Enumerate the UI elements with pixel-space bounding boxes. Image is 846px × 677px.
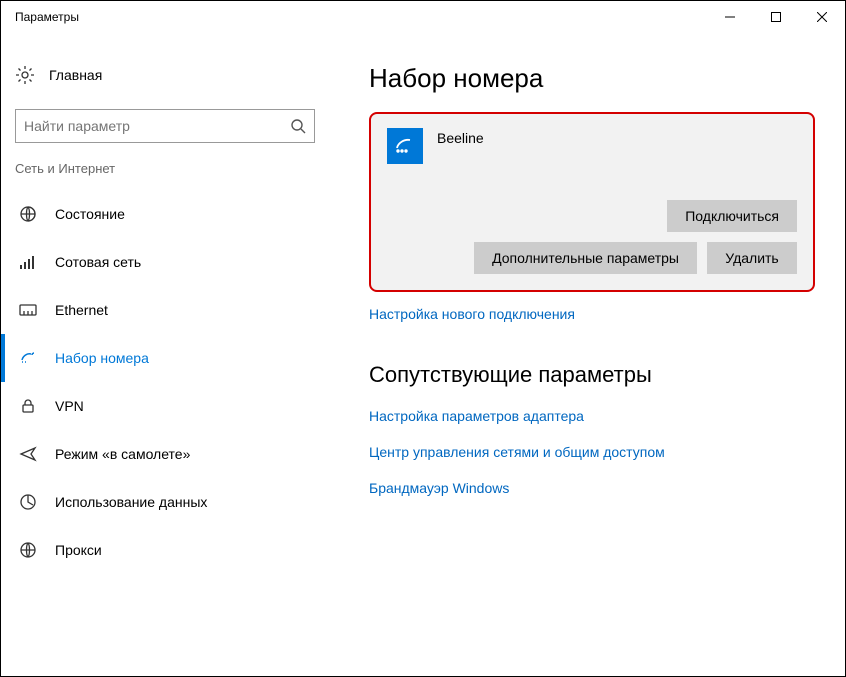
dialup-icon [19, 349, 37, 367]
nav-label: Набор номера [55, 350, 149, 366]
data-usage-icon [19, 493, 37, 511]
connection-panel: Beeline Подключиться Дополнительные пара… [369, 112, 815, 292]
nav-label: Прокси [55, 542, 102, 558]
nav-label: Состояние [55, 206, 125, 222]
proxy-icon [19, 541, 37, 559]
main-panel: Набор номера Beeline Подключиться Дополн… [339, 33, 845, 676]
connection-dialup-icon [387, 128, 423, 164]
maximize-button[interactable] [753, 1, 799, 33]
gear-icon [15, 65, 35, 85]
sidebar: Главная Сеть и Интернет Состояние Сотова… [1, 33, 339, 676]
close-button[interactable] [799, 1, 845, 33]
related-title: Сопутствующие параметры [369, 362, 815, 388]
nav-vpn[interactable]: VPN [1, 382, 329, 430]
search-input[interactable] [24, 118, 290, 134]
advanced-button[interactable]: Дополнительные параметры [474, 242, 697, 274]
related-adapter-link[interactable]: Настройка параметров адаптера [369, 408, 815, 424]
vpn-icon [19, 397, 37, 415]
search-box[interactable] [15, 109, 315, 143]
nav-label: VPN [55, 398, 84, 414]
delete-button[interactable]: Удалить [707, 242, 797, 274]
nav-label: Режим «в самолете» [55, 446, 190, 462]
connection-header[interactable]: Beeline [387, 128, 797, 164]
nav-data-usage[interactable]: Использование данных [1, 478, 329, 526]
airplane-icon [19, 445, 37, 463]
nav-ethernet[interactable]: Ethernet [1, 286, 329, 334]
connection-name: Beeline [437, 128, 484, 146]
nav-label: Использование данных [55, 494, 207, 510]
search-icon [290, 118, 306, 134]
new-connection-link[interactable]: Настройка нового подключения [369, 306, 815, 322]
titlebar: Параметры [1, 1, 845, 33]
nav-cellular[interactable]: Сотовая сеть [1, 238, 329, 286]
nav-proxy[interactable]: Прокси [1, 526, 329, 574]
cellular-icon [19, 253, 37, 271]
window-controls [707, 1, 845, 33]
related-sharing-link[interactable]: Центр управления сетями и общим доступом [369, 444, 815, 460]
connect-button[interactable]: Подключиться [667, 200, 797, 232]
home-button[interactable]: Главная [1, 57, 329, 93]
category-label: Сеть и Интернет [1, 161, 329, 190]
window-title: Параметры [15, 10, 707, 24]
minimize-button[interactable] [707, 1, 753, 33]
status-icon [19, 205, 37, 223]
related-firewall-link[interactable]: Брандмауэр Windows [369, 480, 815, 496]
ethernet-icon [19, 301, 37, 319]
home-label: Главная [49, 67, 102, 83]
nav-label: Ethernet [55, 302, 108, 318]
nav-airplane[interactable]: Режим «в самолете» [1, 430, 329, 478]
nav-status[interactable]: Состояние [1, 190, 329, 238]
page-title: Набор номера [369, 63, 815, 94]
nav-dialup[interactable]: Набор номера [1, 334, 329, 382]
nav-label: Сотовая сеть [55, 254, 141, 270]
